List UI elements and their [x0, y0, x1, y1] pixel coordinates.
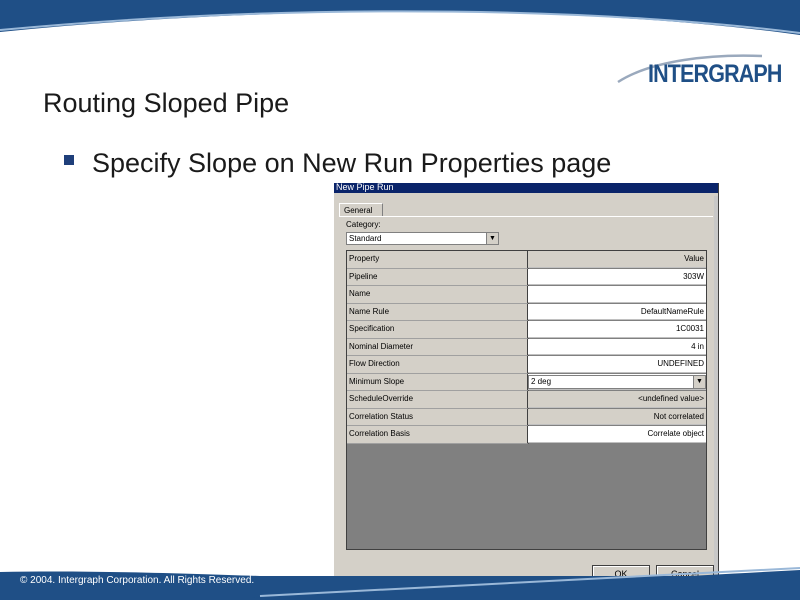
category-value: Standard	[349, 234, 382, 243]
table-row[interactable]: Pipeline 303W	[347, 268, 706, 286]
property-value[interactable]: 303W	[528, 268, 706, 285]
property-grid: Property Value Pipeline 303W Name Name R…	[346, 250, 707, 550]
dialog-title-bar[interactable]: New Pipe Run	[334, 183, 718, 193]
property-value: Not correlated	[528, 408, 706, 425]
property-value-cell: 2 deg ▼	[528, 373, 706, 390]
window-edge	[714, 196, 718, 580]
table-row[interactable]: Nominal Diameter 4 in	[347, 338, 706, 356]
bullet-text: Specify Slope on New Run Properties page	[92, 148, 612, 178]
new-pipe-run-dialog: New Pipe Run General Category: Standard …	[334, 183, 719, 588]
tab-panel-edge	[339, 216, 713, 217]
category-select[interactable]: Standard ▼	[346, 232, 499, 245]
cancel-button[interactable]: Cancel	[656, 565, 714, 582]
table-row[interactable]: Flow Direction UNDEFINED	[347, 356, 706, 374]
table-row[interactable]: Minimum Slope 2 deg ▼	[347, 373, 706, 391]
square-bullet-icon	[64, 155, 74, 165]
property-name: Correlation Basis	[347, 426, 529, 444]
property-name: Flow Direction	[347, 356, 529, 374]
property-name: Minimum Slope	[347, 373, 529, 391]
property-value: <undefined value>	[528, 391, 706, 408]
property-value[interactable]: 4 in	[528, 338, 706, 355]
top-wave-band	[0, 0, 800, 35]
property-value[interactable]: DefaultNameRule	[528, 303, 706, 320]
property-name: Nominal Diameter	[347, 338, 529, 356]
chevron-down-icon[interactable]: ▼	[486, 233, 498, 244]
header-value: Value	[528, 251, 706, 268]
property-name: ScheduleOverride	[347, 391, 529, 409]
minimum-slope-value: 2 deg	[531, 376, 552, 386]
slide-title: Routing Sloped Pipe	[43, 88, 290, 118]
property-name: Pipeline	[347, 268, 529, 286]
grid-header-row: Property Value	[347, 251, 706, 269]
table-row[interactable]: Name	[347, 286, 706, 304]
chevron-down-icon[interactable]: ▼	[693, 375, 705, 388]
property-value[interactable]	[528, 286, 706, 303]
property-name: Name	[347, 286, 529, 304]
dialog-title: New Pipe Run	[336, 183, 394, 192]
table-row[interactable]: ScheduleOverride <undefined value>	[347, 391, 706, 409]
company-logo: INTERGRAPH	[648, 60, 782, 88]
property-name: Correlation Status	[347, 408, 529, 426]
copyright-text: © 2004. Intergraph Corporation. All Righ…	[20, 575, 255, 586]
property-value[interactable]: 1C0031	[528, 321, 706, 338]
minimum-slope-select[interactable]: 2 deg ▼	[528, 374, 706, 389]
property-name: Specification	[347, 321, 529, 339]
property-name: Name Rule	[347, 303, 529, 321]
ok-button[interactable]: OK	[592, 565, 650, 582]
table-row[interactable]: Correlation Status Not correlated	[347, 408, 706, 426]
table-row[interactable]: Correlation Basis Correlate object	[347, 426, 706, 444]
header-property: Property	[347, 251, 529, 269]
property-value[interactable]: UNDEFINED	[528, 356, 706, 373]
tab-general[interactable]: General	[339, 203, 383, 216]
table-row[interactable]: Name Rule DefaultNameRule	[347, 303, 706, 321]
category-label: Category:	[346, 220, 381, 229]
table-row[interactable]: Specification 1C0031	[347, 321, 706, 339]
property-value[interactable]: Correlate object	[528, 426, 706, 443]
